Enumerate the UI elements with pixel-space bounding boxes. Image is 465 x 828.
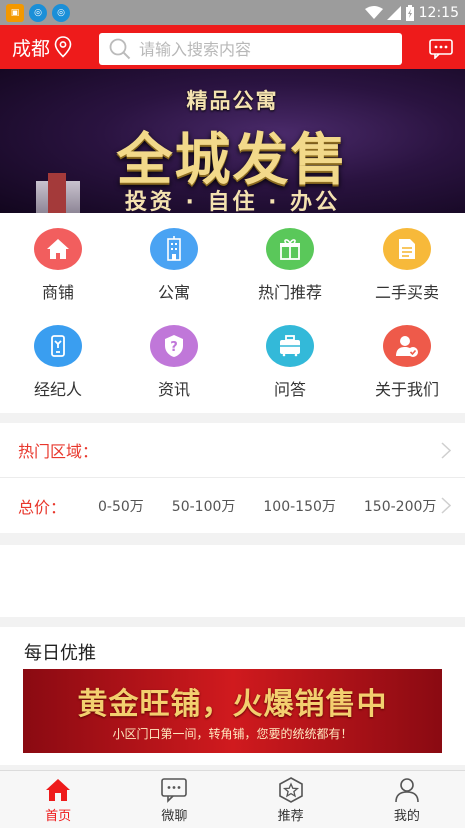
category-label: 关于我们 bbox=[374, 380, 439, 399]
star-badge-icon bbox=[278, 777, 303, 803]
search-input[interactable] bbox=[139, 39, 389, 59]
chevron-right-icon bbox=[441, 442, 451, 459]
app-notification-icon: ▣ bbox=[6, 3, 24, 22]
message-button[interactable] bbox=[429, 39, 453, 63]
tab-recommend[interactable]: 推荐 bbox=[233, 771, 349, 828]
category-apartment[interactable]: 公寓 bbox=[116, 213, 232, 303]
category-label: 问答 bbox=[273, 380, 306, 399]
filter-panel: 热门区域： 总价： 0-50万 50-100万 100-150万 150-200… bbox=[0, 423, 465, 533]
tab-mine[interactable]: 我的 bbox=[349, 771, 465, 828]
tab-label: 微聊 bbox=[161, 809, 188, 824]
price-option[interactable]: 150-200万 bbox=[364, 496, 437, 516]
price-option[interactable]: 100-150万 bbox=[263, 496, 336, 516]
price-row: 总价： 0-50万 50-100万 100-150万 150-200万 bbox=[0, 478, 465, 533]
hot-area-label: 热门区域： bbox=[18, 442, 99, 461]
content-placeholder bbox=[0, 545, 465, 617]
tab-label: 我的 bbox=[393, 809, 420, 824]
app-notification-icon: ◎ bbox=[29, 3, 47, 22]
person-icon bbox=[395, 778, 419, 803]
hot-area-row[interactable]: 热门区域： bbox=[0, 423, 465, 478]
tab-chat[interactable]: 微聊 bbox=[116, 771, 232, 828]
promo-banner[interactable]: 精品公寓 全城发售 投资 · 自住 · 办公 bbox=[0, 69, 465, 213]
user-badge-icon bbox=[383, 325, 431, 367]
city-selector[interactable]: 成都 bbox=[12, 34, 72, 61]
suitcase-icon bbox=[266, 325, 314, 367]
building-icon bbox=[150, 228, 198, 270]
document-icon bbox=[383, 228, 431, 270]
clock: 12:15 bbox=[418, 4, 459, 21]
chat-icon bbox=[161, 778, 188, 803]
search-box[interactable] bbox=[99, 33, 402, 65]
category-shops[interactable]: 商铺 bbox=[0, 213, 116, 303]
question-icon: ? bbox=[150, 325, 198, 367]
category-hot-recommend[interactable]: 热门推荐 bbox=[232, 213, 348, 303]
category-agent[interactable]: 经纪人 bbox=[0, 310, 116, 400]
tab-label: 首页 bbox=[45, 809, 72, 824]
gift-icon bbox=[266, 228, 314, 270]
tab-home[interactable]: 首页 bbox=[0, 771, 116, 828]
price-option[interactable]: 50-100万 bbox=[172, 496, 236, 516]
city-label: 成都 bbox=[12, 37, 51, 60]
category-about-us[interactable]: 关于我们 bbox=[349, 310, 465, 400]
category-grid: 商铺 公寓 热门推荐 二手买卖 经纪人 ? 资讯 问答 关于我们 bbox=[0, 213, 465, 413]
banner-subtitle: 精品公寓 bbox=[186, 89, 279, 113]
price-option[interactable]: 0-50万 bbox=[98, 496, 144, 516]
category-second-hand[interactable]: 二手买卖 bbox=[349, 213, 465, 303]
house-icon bbox=[34, 228, 82, 270]
search-icon bbox=[109, 38, 131, 60]
category-label: 二手买卖 bbox=[374, 283, 439, 302]
category-label: 经纪人 bbox=[33, 380, 82, 399]
location-pin-icon bbox=[54, 36, 72, 58]
promo-title: 黄金旺铺，火爆销售中 bbox=[77, 687, 388, 722]
promo-subtitle: 小区门口第一间，转角铺，您要的统统都有！ bbox=[112, 727, 353, 741]
chevron-right-icon[interactable] bbox=[441, 497, 451, 514]
wifi-icon bbox=[364, 5, 383, 19]
message-icon bbox=[429, 39, 453, 60]
banner-tagline: 投资 · 自住 · 办公 bbox=[124, 190, 341, 213]
daily-promo-banner[interactable]: 黄金旺铺，火爆销售中 小区门口第一间，转角铺，您要的统统都有！ bbox=[23, 669, 442, 753]
price-label: 总价： bbox=[18, 497, 67, 517]
home-icon bbox=[46, 779, 71, 801]
status-bar: ▣ ◎ ◎ 12:15 bbox=[0, 0, 465, 25]
category-label: 热门推荐 bbox=[257, 283, 322, 302]
category-news[interactable]: ? 资讯 bbox=[116, 310, 232, 400]
top-bar: 成都 bbox=[0, 25, 465, 69]
tab-label: 推荐 bbox=[277, 809, 304, 824]
battery-icon bbox=[405, 4, 414, 21]
category-label: 商铺 bbox=[41, 283, 74, 302]
svg-text:?: ? bbox=[170, 340, 178, 355]
signal-icon bbox=[386, 5, 401, 20]
daily-recommend-section: 每日优推 黄金旺铺，火爆销售中 小区门口第一间，转角铺，您要的统统都有！ bbox=[0, 627, 465, 765]
category-label: 公寓 bbox=[157, 283, 190, 302]
category-qa[interactable]: 问答 bbox=[232, 310, 348, 400]
app-notification-icon: ◎ bbox=[52, 3, 70, 22]
agent-icon bbox=[34, 325, 82, 367]
category-label: 资讯 bbox=[157, 380, 190, 399]
bottom-tab-bar: 首页 微聊 推荐 我的 bbox=[0, 770, 465, 828]
section-title: 每日优推 bbox=[24, 643, 96, 664]
